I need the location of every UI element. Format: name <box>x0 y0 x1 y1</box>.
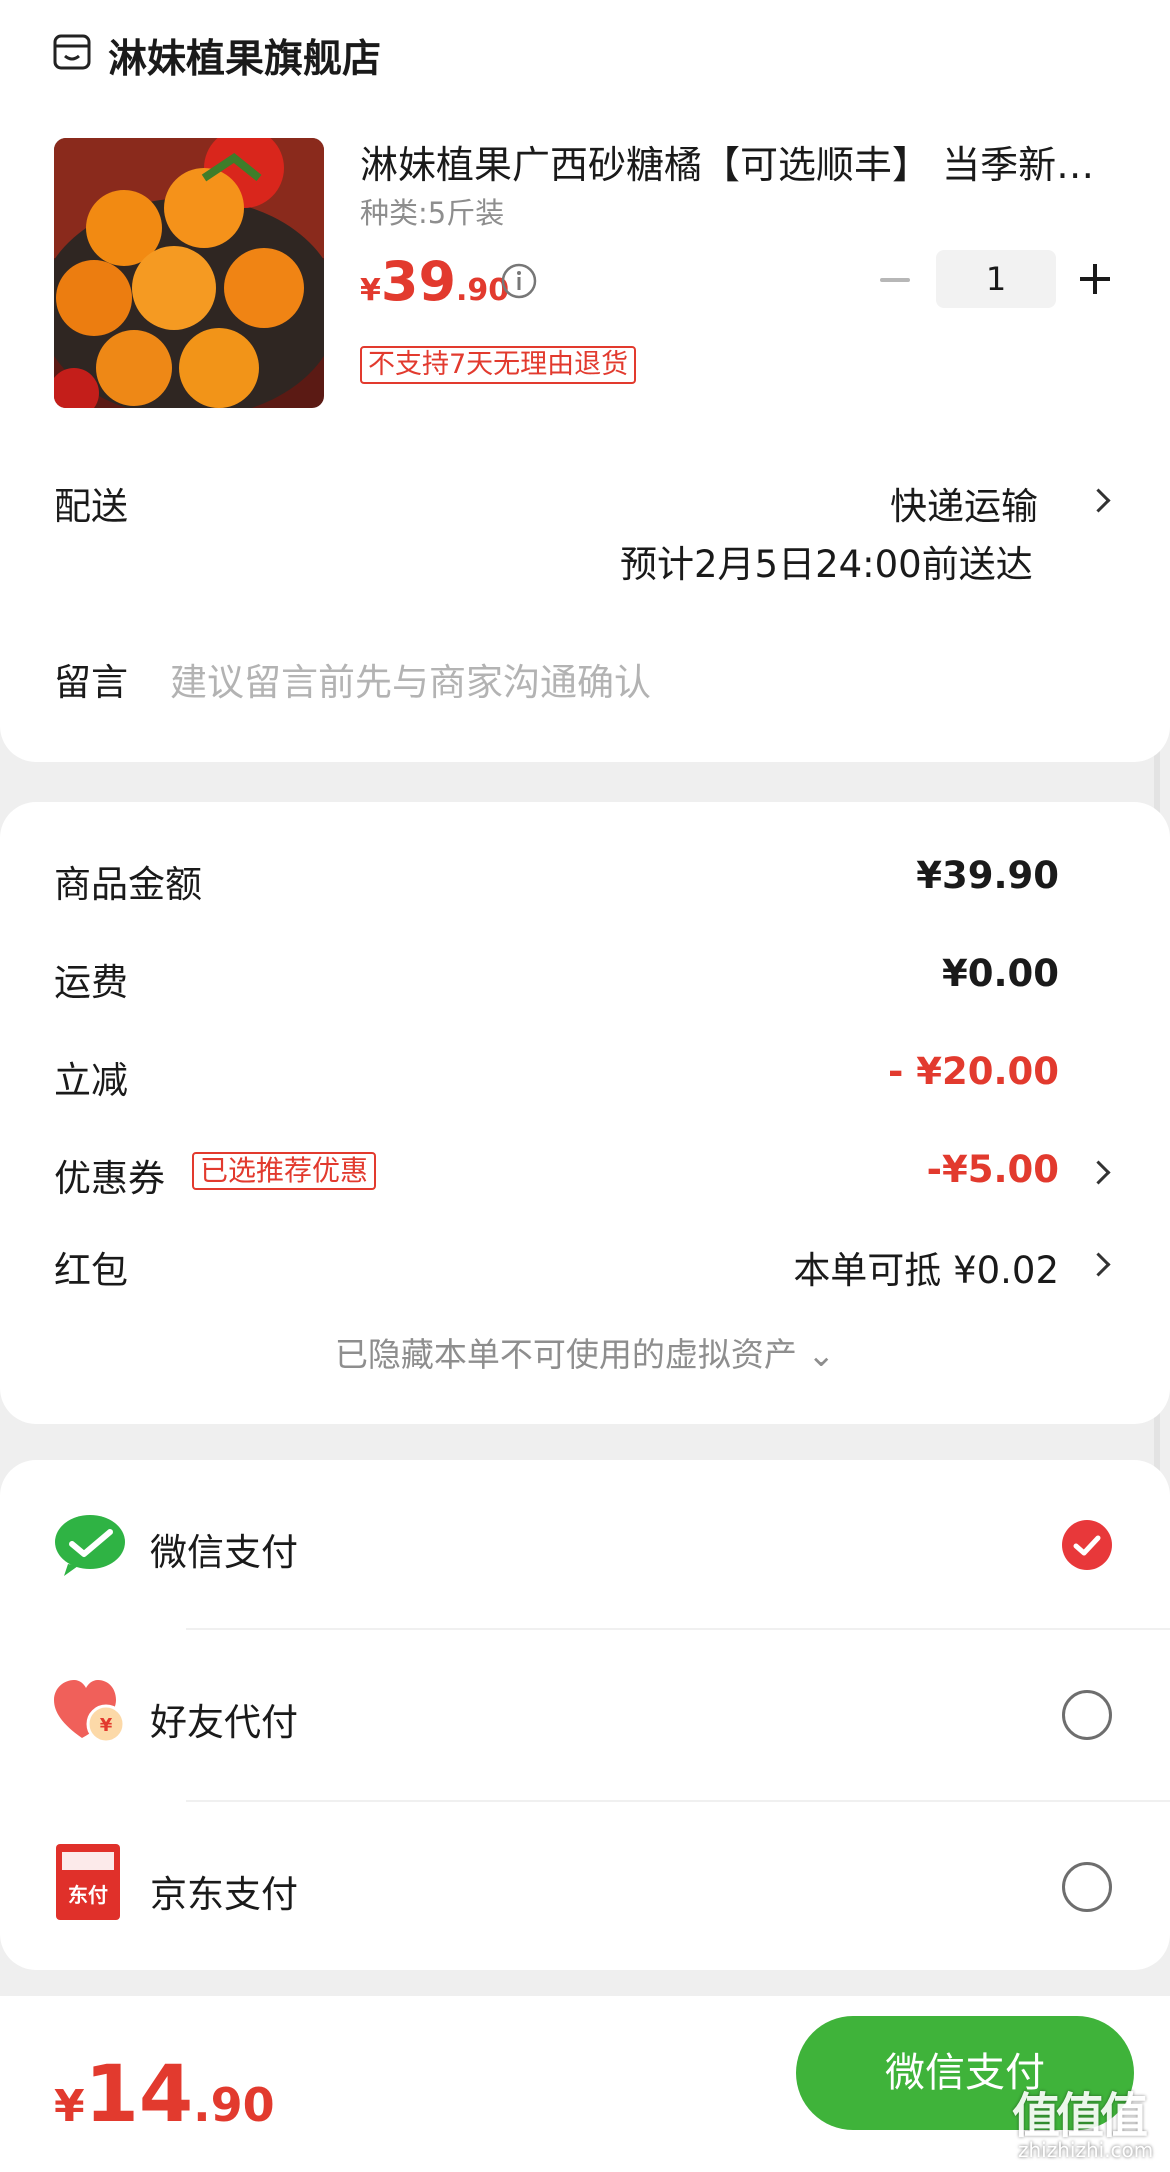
payment-option-wechat[interactable]: 微信支付 <box>0 1460 1170 1630</box>
payment-label: 好友代付 <box>150 1701 298 1744</box>
info-icon[interactable] <box>500 262 538 300</box>
friend-pay-icon: ¥ <box>54 1680 126 1744</box>
watermark-url: zhizhizhi.com <box>1018 2138 1154 2162</box>
redpacket-label[interactable]: 红包 <box>54 1240 128 1294</box>
total-price: ¥14.90 <box>54 2050 275 2140</box>
coupon-label[interactable]: 优惠券 <box>54 1148 165 1202</box>
increase-quantity-button[interactable] <box>1078 262 1112 296</box>
product-thumbnail[interactable] <box>54 138 324 408</box>
payment-methods-card: 微信支付 ¥ 好友代付 东付 京东支付 <box>0 1460 1170 1970</box>
goods-amount-value: ¥39.90 <box>916 854 1059 897</box>
decrease-quantity-button[interactable] <box>880 278 910 282</box>
chevron-right-icon[interactable] <box>1086 488 1111 513</box>
goods-amount-label: 商品金额 <box>54 863 202 906</box>
chevron-right-icon[interactable] <box>1086 1160 1111 1185</box>
price-summary-card: 商品金额 ¥39.90 运费 ¥0.00 立减 - ¥20.00 优惠券 已选推… <box>0 802 1170 1424</box>
delivery-eta: 预计2月5日24:00前送达 <box>620 543 1033 586</box>
coupon-value[interactable]: -¥5.00 <box>927 1148 1059 1191</box>
radio-button[interactable] <box>1062 1690 1112 1740</box>
delivery-label: 配送 <box>54 485 128 528</box>
wechat-pay-icon <box>55 1515 125 1576</box>
chevron-right-icon[interactable] <box>1086 1252 1111 1277</box>
payment-option-jd[interactable]: 东付 京东支付 <box>0 1802 1170 1972</box>
radio-button[interactable] <box>1062 1862 1112 1912</box>
shipping-value: ¥0.00 <box>941 952 1059 995</box>
redpacket-value[interactable]: 本单可抵 ¥0.02 <box>793 1240 1059 1294</box>
product-title[interactable]: 淋妹植果广西砂糖橘【可选顺丰】 当季新鲜水果 <box>360 134 1100 189</box>
payment-option-friend[interactable]: ¥ 好友代付 <box>0 1630 1170 1800</box>
payment-label: 京东支付 <box>150 1873 298 1916</box>
discount-value: - ¥20.00 <box>887 1050 1059 1093</box>
coupon-tag[interactable]: 已选推荐优惠 <box>192 1152 377 1190</box>
svg-text:东付: 东付 <box>68 1883 108 1907</box>
selected-check-icon[interactable] <box>1062 1520 1112 1570</box>
hidden-assets-toggle[interactable]: 已隐藏本单不可使用的虚拟资产 ⌄ <box>0 1328 1170 1376</box>
store-icon <box>53 34 91 70</box>
no-return-tag: 不支持7天无理由退货 <box>360 346 637 384</box>
delivery-method[interactable]: 快递运输 <box>890 476 1038 530</box>
product-spec[interactable]: 种类:5斤装 <box>360 190 504 232</box>
watermark-logo: 值值值 <box>1012 2088 1148 2144</box>
shipping-label: 运费 <box>54 961 128 1004</box>
message-label: 留言 <box>54 661 128 704</box>
product-price: ¥39.90 <box>360 250 510 313</box>
payment-label: 微信支付 <box>150 1531 298 1574</box>
store-name[interactable]: 淋妹植果旗舰店 <box>108 28 381 84</box>
order-item-card: 淋妹植果旗舰店 淋妹植果广西砂糖橘【可选顺丰】 当季新鲜水果 种类:5斤装 ¥3… <box>0 0 1170 762</box>
quantity-input[interactable]: 1 <box>936 250 1056 308</box>
jd-pay-icon: 东付 <box>56 1844 120 1920</box>
message-input[interactable]: 建议留言前先与商家沟通确认 <box>170 652 651 706</box>
discount-label: 立减 <box>54 1059 128 1102</box>
svg-text:¥: ¥ <box>100 1715 113 1736</box>
